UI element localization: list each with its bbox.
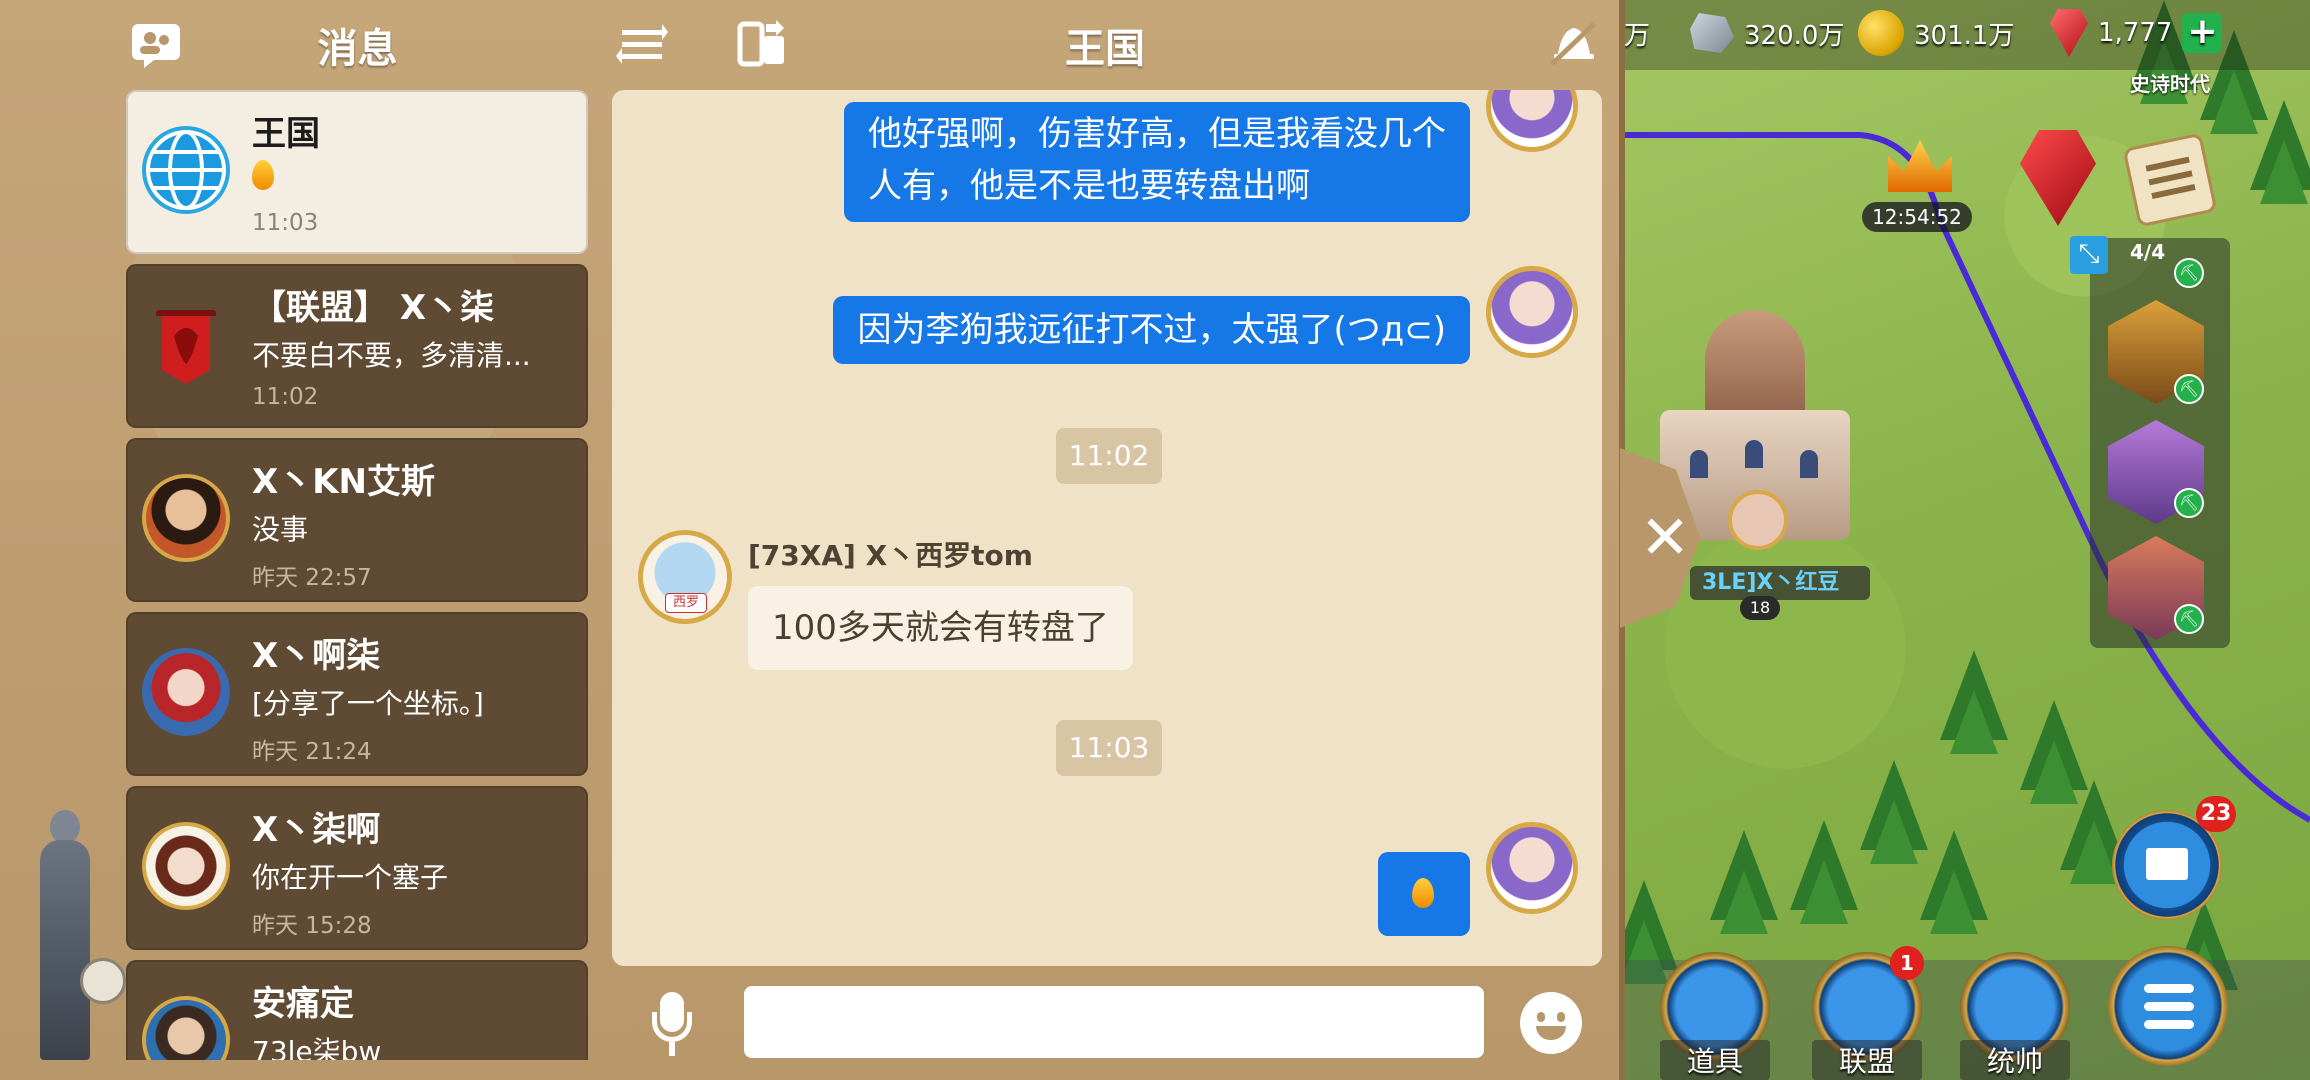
avatar-label: 西罗: [665, 593, 707, 613]
sort-icon[interactable]: [616, 20, 668, 68]
conversation-item[interactable]: X丶KN艾斯 没事 昨天 22:57: [126, 438, 588, 602]
conversation-list[interactable]: 王国 11:03 【联盟】 X丶柒 不要白不要，多清清... 11:02 X丶K…: [126, 90, 588, 1060]
tree: [1710, 830, 1778, 934]
conversation-time: 昨天 22:57: [252, 565, 372, 591]
event-timer: 12:54:52: [1862, 202, 1972, 232]
conversation-time: 昨天 21:24: [252, 739, 372, 765]
gather-icon: ⛏: [2174, 488, 2204, 518]
close-icon[interactable]: ✕: [1640, 508, 1690, 568]
message-line: 因为李狗我远征打不过，太强了(つд⊂): [857, 310, 1446, 350]
stone-icon: [1690, 13, 1734, 53]
tree: [1790, 820, 1858, 924]
commander-count: 4/4: [2130, 240, 2166, 264]
conversation-name: 安痛定: [252, 984, 354, 1024]
conversation-name: 王国: [252, 114, 320, 154]
message-panel: 消息 王国 王国 11:03 【联盟】 X丶柒 不要白不要，多清清... 11:…: [0, 0, 1625, 1080]
gold-coin-icon: [1858, 10, 1904, 56]
tree: [1860, 760, 1928, 864]
conversation-name: X丶柒啊: [252, 810, 381, 850]
mail-icon: [2146, 848, 2188, 880]
conversation-item[interactable]: X丶啊柒 [分享了一个坐标。] 昨天 21:24: [126, 612, 588, 776]
mail-count-badge: 23: [2196, 796, 2236, 832]
my-avatar[interactable]: [1486, 822, 1578, 914]
bell-off-icon[interactable]: [1548, 20, 1600, 68]
sender-name: [73XA] X丶西罗tom: [748, 539, 1033, 572]
panel-header: 消息 王国: [0, 0, 1625, 90]
conversation-preview: 你在开一个塞子: [252, 861, 449, 894]
conversation-name: X丶啊柒: [252, 636, 381, 676]
main-menu-button[interactable]: [2108, 946, 2228, 1066]
message-bubble-mine: 因为李狗我远征打不过，太强了(つд⊂): [833, 296, 1470, 364]
statue-decoration: [20, 800, 110, 1060]
contacts-icon[interactable]: [130, 20, 182, 68]
my-avatar[interactable]: [1486, 90, 1578, 152]
conversation-name: 【联盟】 X丶柒: [252, 288, 495, 328]
conversation-time: 昨天 15:28: [252, 913, 372, 939]
composer: [612, 966, 1602, 1080]
alliance-notification-badge: 1: [1890, 946, 1924, 980]
player-name-tag[interactable]: 3LE]X丶红豆: [1690, 566, 1870, 600]
tree: [2020, 700, 2088, 804]
tree: [1920, 830, 1988, 934]
stone-resource[interactable]: 320.0万: [1690, 8, 1844, 58]
avatar: [142, 474, 230, 562]
alliance-banner-icon: [142, 300, 230, 388]
gold-resource[interactable]: 301.1万: [1858, 8, 2014, 58]
tree: [2250, 100, 2310, 204]
message-bubble-mine: 他好强啊，伤害好高，但是我看没几个 人有，他是不是也要转盘出啊: [844, 102, 1470, 222]
my-avatar[interactable]: [1486, 266, 1578, 358]
fire-icon: [1412, 878, 1434, 908]
messages-title: 消息: [317, 26, 398, 72]
message-line: 100多天就会有转盘了: [772, 608, 1109, 648]
gather-icon: ⛏: [2174, 604, 2204, 634]
timestamp-divider: 11:02: [1056, 428, 1162, 484]
conversation-time: 11:02: [252, 384, 319, 410]
add-gems-button[interactable]: +: [2182, 13, 2223, 53]
alliance-label: 联盟: [1812, 1040, 1922, 1080]
channel-title: 王国: [1065, 26, 1145, 72]
items-label: 道具: [1660, 1040, 1770, 1080]
player-level-badge: 18: [1740, 596, 1780, 620]
message-input[interactable]: [744, 986, 1484, 1058]
sender-avatar[interactable]: 西罗: [638, 530, 732, 624]
quest-scroll-icon[interactable]: [2122, 132, 2218, 228]
resource-bar: 万 320.0万 301.1万 1,777 +: [1580, 0, 2310, 70]
avatar: [142, 648, 230, 736]
conversation-preview: 73le柒bw: [252, 1035, 382, 1060]
conversation-item-alliance[interactable]: 【联盟】 X丶柒 不要白不要，多清清... 11:02: [126, 264, 588, 428]
conversation-preview: 不要白不要，多清清...: [252, 339, 531, 372]
message-bubble-mine: [1378, 852, 1470, 936]
message-bubble-other: 100多天就会有转盘了: [748, 586, 1133, 670]
avatar: [142, 996, 230, 1060]
expand-icon[interactable]: ⤡: [2070, 236, 2108, 274]
chat-shortcut-icon[interactable]: [80, 958, 126, 1004]
resource-partial: 万: [1624, 20, 1651, 51]
transfer-icon[interactable]: [736, 20, 788, 68]
conversation-item-kingdom[interactable]: 王国 11:03: [126, 90, 588, 254]
gather-icon: ⛏: [2174, 258, 2204, 288]
message-line: 他好强啊，伤害好高，但是我看没几个: [868, 114, 1446, 154]
gather-icon: ⛏: [2174, 374, 2204, 404]
timestamp-divider: 11:03: [1056, 720, 1162, 776]
microphone-icon[interactable]: [650, 992, 694, 1056]
emoji-icon[interactable]: [1520, 992, 1582, 1054]
conversation-name: X丶KN艾斯: [252, 462, 436, 502]
conversation-item[interactable]: X丶柒啊 你在开一个塞子 昨天 15:28: [126, 786, 588, 950]
conversation-time: 11:03: [252, 210, 319, 236]
globe-icon: [142, 126, 230, 214]
player-avatar[interactable]: [1728, 490, 1788, 550]
gem-resource[interactable]: 1,777 +: [2050, 8, 2223, 58]
gem-icon: [2050, 9, 2088, 57]
era-label: 史诗时代: [2130, 72, 2210, 96]
conversation-preview: 没事: [252, 513, 309, 546]
fire-icon: [252, 160, 572, 197]
conversation-preview: [分享了一个坐标。]: [252, 687, 484, 720]
chat-history[interactable]: 他好强啊，伤害好高，但是我看没几个 人有，他是不是也要转盘出啊 因为李狗我远征打…: [612, 90, 1602, 966]
avatar: [142, 822, 230, 910]
message-line: 人有，他是不是也要转盘出啊: [868, 166, 1310, 206]
commanders-label: 统帅: [1960, 1040, 2070, 1080]
conversation-item[interactable]: 安痛定 73le柒bw: [126, 960, 588, 1060]
tree: [1940, 650, 2008, 754]
